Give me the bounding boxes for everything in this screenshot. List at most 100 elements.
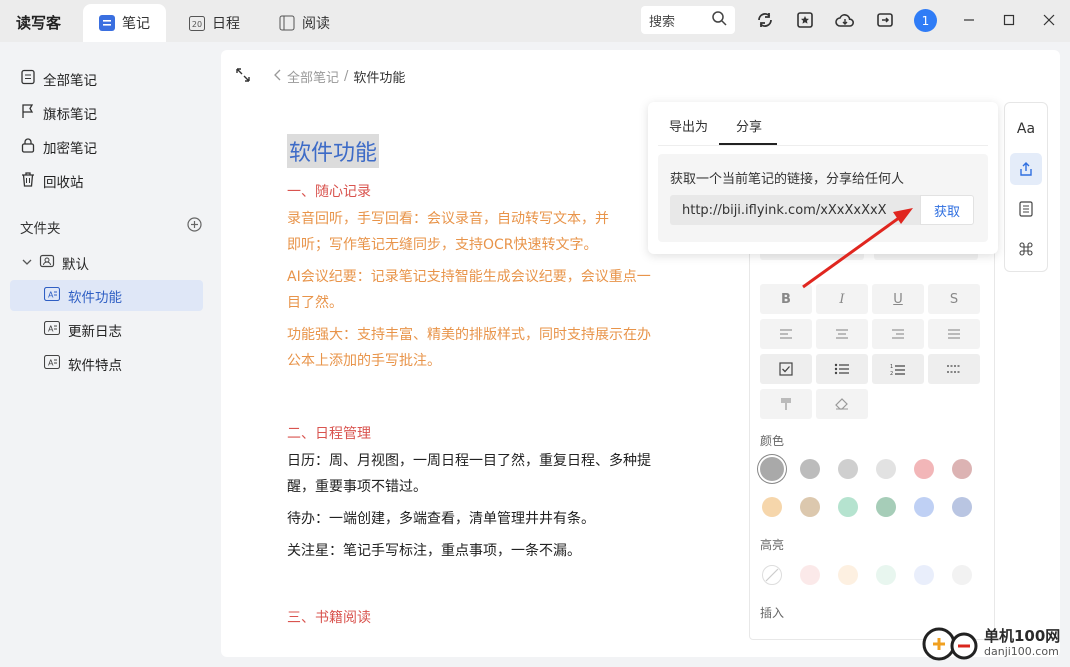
- align-right-icon[interactable]: [872, 319, 924, 349]
- paragraph-line: 目了然。: [287, 295, 343, 311]
- section-heading: 三、书籍阅读: [287, 610, 371, 626]
- cloud-icon[interactable]: [834, 9, 856, 31]
- chevron-left-icon[interactable]: [274, 69, 282, 85]
- color-swatch[interactable]: [838, 497, 858, 517]
- highlight-swatch[interactable]: [838, 565, 858, 585]
- note-item-label: 软件功能: [68, 289, 122, 306]
- section-heading: 二、日程管理: [287, 426, 371, 442]
- color-swatch[interactable]: [876, 459, 896, 479]
- share-description: 获取一个当前笔记的链接，分享给任何人: [670, 172, 905, 187]
- breadcrumb: 全部笔记 / 软件功能: [274, 67, 405, 86]
- highlight-swatch[interactable]: [800, 565, 820, 585]
- format-panel: B I U S 12 颜色 高亮 插入: [749, 240, 995, 640]
- sidebar-item-all-notes[interactable]: 全部笔记: [20, 69, 97, 89]
- color-swatch[interactable]: [762, 497, 782, 517]
- align-center-icon[interactable]: [816, 319, 868, 349]
- strikethrough-icon[interactable]: S: [928, 284, 980, 314]
- note-item-changelog[interactable]: A 更新日志: [10, 314, 203, 345]
- sidebar-item-label: 加密笔记: [43, 141, 97, 157]
- add-folder-icon[interactable]: [187, 217, 202, 236]
- watermark-title: 单机100网: [984, 627, 1061, 645]
- svg-text:A: A: [48, 358, 54, 367]
- tab-reading[interactable]: 阅读: [263, 4, 346, 42]
- highlight-swatch[interactable]: [952, 565, 972, 585]
- tab-share[interactable]: 分享: [736, 116, 762, 135]
- folder-default[interactable]: 默认: [22, 253, 89, 273]
- paragraph: 关注星：笔记手写标注，重点事项，一条不漏。: [287, 543, 581, 559]
- paragraph-line: 醒，重要事项不错过。: [287, 479, 427, 495]
- shortcut-icon[interactable]: [1010, 233, 1042, 265]
- justify-icon[interactable]: [928, 319, 980, 349]
- book-icon: [279, 15, 295, 31]
- divider-icon[interactable]: [928, 354, 980, 384]
- maximize-icon[interactable]: [999, 10, 1019, 30]
- note-content[interactable]: 软件功能 一、随心记录 录音回听，手写回看：会议录音，自动转写文本，并 即听；写…: [287, 134, 707, 632]
- note-doc-icon: A: [43, 320, 61, 339]
- paragraph: 日历：周、月视图，一周日程一目了然，重复日程、多种提 醒，重要事项不错过。: [287, 448, 707, 500]
- bullet-list-icon[interactable]: [816, 354, 868, 384]
- watermark-logo-icon: [922, 627, 978, 661]
- expand-icon[interactable]: [235, 67, 251, 87]
- app-name: 读写客: [16, 14, 62, 32]
- paragraph-line: 日历：周、月视图，一周日程一目了然，重复日程、多种提: [287, 453, 651, 469]
- editor-panel: 全部笔记 / 软件功能 软件功能 一、随心记录 录音回听，手写回看：会议录音，自…: [221, 50, 1060, 657]
- color-swatch[interactable]: [914, 497, 934, 517]
- tab-schedule[interactable]: 20 日程: [173, 4, 256, 42]
- watermark-url: danji100.com: [984, 645, 1059, 658]
- highlight-swatch[interactable]: [914, 565, 934, 585]
- note-doc-icon: A: [43, 286, 61, 305]
- format-painter-icon[interactable]: [760, 389, 812, 419]
- color-swatch[interactable]: [760, 457, 784, 481]
- color-swatch[interactable]: [838, 459, 858, 479]
- note-doc-icon: A: [43, 354, 61, 373]
- no-highlight-icon[interactable]: [762, 565, 782, 585]
- sidebar-item-trash[interactable]: 回收站: [20, 171, 84, 191]
- eraser-icon[interactable]: [816, 389, 868, 419]
- search-input[interactable]: 搜索: [641, 6, 735, 34]
- highlight-label: 高亮: [760, 538, 785, 552]
- color-swatch[interactable]: [952, 459, 972, 479]
- breadcrumb-separator: /: [344, 69, 349, 84]
- outline-icon[interactable]: [1010, 193, 1042, 225]
- section-heading: 一、随心记录: [287, 184, 371, 200]
- share-icon[interactable]: [1010, 153, 1042, 185]
- get-link-button[interactable]: 获取: [920, 195, 974, 225]
- breadcrumb-parent[interactable]: 全部笔记: [287, 67, 339, 86]
- highlight-swatch[interactable]: [876, 565, 896, 585]
- note-title[interactable]: 软件功能: [287, 134, 380, 168]
- star-note-icon[interactable]: [794, 9, 816, 31]
- numbered-list-icon[interactable]: 12: [872, 354, 924, 384]
- breadcrumb-current: 软件功能: [353, 71, 406, 86]
- note-item-software-features[interactable]: A 软件功能: [10, 280, 203, 311]
- minimize-icon[interactable]: [959, 10, 979, 30]
- note-item-highlights[interactable]: A 软件特点: [10, 348, 203, 379]
- folder-default-label: 默认: [62, 257, 89, 273]
- tab-export[interactable]: 导出为: [669, 116, 708, 135]
- folder-header: 文件夹: [20, 217, 61, 237]
- folder-header-label: 文件夹: [20, 221, 61, 237]
- search-icon: [712, 10, 727, 30]
- color-swatch[interactable]: [800, 497, 820, 517]
- color-label: 颜色: [760, 434, 785, 448]
- paragraph: 待办：一端创建，多端查看，清单管理井井有条。: [287, 511, 595, 527]
- notes-icon: [20, 69, 36, 89]
- sidebar-item-encrypted[interactable]: 加密笔记: [20, 137, 97, 157]
- checkbox-list-icon[interactable]: [760, 354, 812, 384]
- tab-notes[interactable]: 笔记: [83, 4, 166, 42]
- paragraph-line: AI会议纪要：记录笔记支持智能生成会议纪要，会议重点一: [287, 269, 651, 285]
- sidebar-item-label: 回收站: [43, 175, 84, 191]
- sidebar-item-flagged[interactable]: 旗标笔记: [20, 103, 97, 123]
- close-icon[interactable]: [1039, 10, 1059, 30]
- align-left-icon[interactable]: [760, 319, 812, 349]
- color-swatch[interactable]: [952, 497, 972, 517]
- sync-icon[interactable]: [754, 9, 776, 31]
- color-swatch[interactable]: [914, 459, 934, 479]
- color-swatch[interactable]: [876, 497, 896, 517]
- color-swatch[interactable]: [800, 459, 820, 479]
- avatar[interactable]: 1: [914, 9, 937, 32]
- watermark: 单机100网 danji100.com: [922, 627, 1060, 661]
- lock-icon: [20, 137, 36, 157]
- font-style-icon[interactable]: Aa: [1010, 113, 1042, 145]
- import-icon[interactable]: [874, 9, 896, 31]
- active-tab-indicator: [719, 143, 777, 145]
